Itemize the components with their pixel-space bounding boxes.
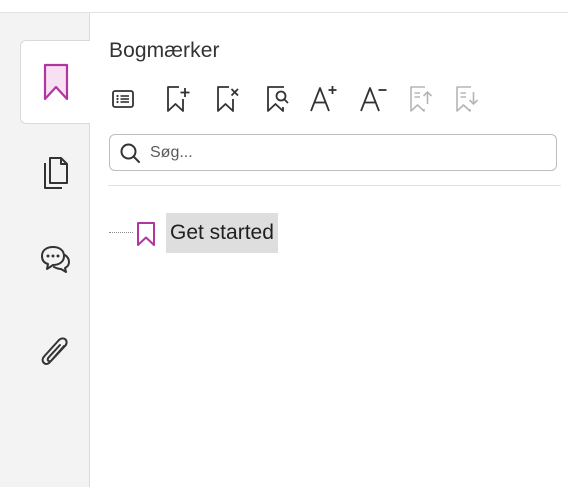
options-button[interactable] — [107, 85, 139, 117]
comments-icon — [38, 243, 72, 277]
tab-pages[interactable] — [20, 131, 90, 215]
move-down-button[interactable] — [451, 85, 483, 117]
decrease-text-size-button[interactable] — [357, 85, 389, 117]
pages-icon — [39, 155, 71, 191]
move-down-icon — [452, 83, 482, 120]
divider — [108, 185, 561, 186]
navigation-rail — [0, 13, 91, 487]
top-border — [0, 0, 568, 13]
bookmark-icon — [136, 221, 156, 247]
options-list-icon — [111, 88, 135, 115]
bookmark-item[interactable]: Get started — [109, 213, 529, 253]
delete-bookmark-icon — [213, 83, 243, 120]
search-box[interactable] — [109, 134, 557, 171]
decrease-text-size-icon — [357, 83, 389, 120]
increase-text-size-icon — [307, 83, 339, 120]
tab-bookmarks[interactable] — [20, 40, 91, 124]
add-bookmark-icon — [163, 83, 193, 120]
search-icon — [119, 142, 141, 164]
move-up-button[interactable] — [405, 85, 437, 117]
tab-comments[interactable] — [20, 218, 90, 302]
search-input[interactable] — [150, 139, 545, 166]
find-bookmark-button[interactable] — [262, 85, 294, 117]
delete-bookmark-button[interactable] — [212, 85, 244, 117]
add-bookmark-button[interactable] — [162, 85, 194, 117]
increase-text-size-button[interactable] — [307, 85, 339, 117]
bookmark-label[interactable]: Get started — [166, 213, 278, 253]
bookmarks-panel: Bogmærker Søg... Get started — [90, 13, 568, 487]
attachment-icon — [38, 335, 72, 371]
tab-attachments[interactable] — [20, 311, 90, 395]
tree-connector-line — [109, 232, 133, 233]
bookmark-icon — [41, 62, 71, 102]
move-up-icon — [406, 83, 436, 120]
find-bookmark-icon — [263, 83, 293, 120]
panel-title: Bogmærker — [109, 39, 220, 62]
